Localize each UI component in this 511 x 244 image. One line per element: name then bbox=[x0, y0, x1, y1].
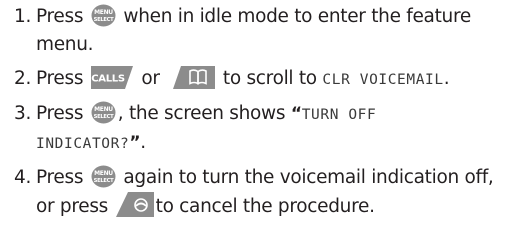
step-text: Press MENU SELECT , the screen shows “TU… bbox=[36, 100, 506, 158]
menu-icon-text-top: MENU bbox=[94, 9, 113, 16]
menu-select-icon: MENU SELECT bbox=[91, 4, 116, 27]
step-text-press: Press bbox=[36, 167, 84, 188]
calls-icon: CALLS bbox=[90, 66, 133, 89]
menu-icon-text-bottom: SELECT bbox=[93, 178, 113, 184]
step-text-rest: , the screen shows bbox=[117, 103, 286, 124]
lcd-screen-text-line1: TURN OFF bbox=[301, 107, 377, 123]
menu-select-icon: MENU SELECT bbox=[91, 101, 116, 124]
end-call-icon bbox=[115, 192, 154, 217]
menu-icon-text-top: MENU bbox=[94, 106, 113, 113]
menu-icon-text-top: MENU bbox=[94, 170, 113, 177]
step-number: 4. bbox=[14, 167, 32, 188]
step-text-press: Press bbox=[36, 6, 84, 27]
menu-select-icon: MENU SELECT bbox=[91, 165, 116, 188]
step-text: Press MENU SELECT again to turn the voic… bbox=[36, 164, 506, 221]
step-number: 2. bbox=[14, 68, 32, 89]
step-text: Press MENU SELECT when in idle mode to e… bbox=[36, 3, 506, 59]
menu-icon-text-bottom: SELECT bbox=[93, 114, 113, 120]
step-number: 1. bbox=[14, 6, 32, 27]
step-text-period: . bbox=[140, 132, 146, 153]
phonebook-icon bbox=[173, 66, 216, 89]
step-2: 2. Press CALLS or to scroll to CLR VOICE… bbox=[14, 65, 506, 94]
lcd-screen-text: CLR VOICEMAIL bbox=[322, 72, 444, 88]
step-text-period: . bbox=[443, 68, 450, 89]
step-3: 3. Press MENU SELECT , the screen shows … bbox=[14, 100, 506, 158]
step-text-press: Press bbox=[36, 68, 84, 89]
step-text-or: or bbox=[141, 68, 160, 89]
step-text: Press CALLS or to scroll to CLR VOICEMAI… bbox=[36, 65, 506, 94]
lcd-screen-text-line2: INDICATOR? bbox=[36, 136, 130, 152]
step-4: 4. Press MENU SELECT again to turn the v… bbox=[14, 164, 506, 221]
step-1: 1. Press MENU SELECT when in idle mode t… bbox=[14, 3, 506, 59]
instruction-list: 1. Press MENU SELECT when in idle mode t… bbox=[14, 3, 506, 227]
calls-icon-text: CALLS bbox=[91, 74, 125, 85]
step-text-scroll: to scroll to bbox=[222, 68, 317, 89]
step-text-cancel: to cancel the procedure. bbox=[155, 196, 375, 217]
step-text-press: Press bbox=[36, 103, 84, 124]
step-number: 3. bbox=[14, 103, 32, 124]
menu-icon-text-bottom: SELECT bbox=[93, 17, 113, 23]
close-quote: ” bbox=[129, 133, 141, 153]
open-quote: “ bbox=[290, 104, 302, 124]
